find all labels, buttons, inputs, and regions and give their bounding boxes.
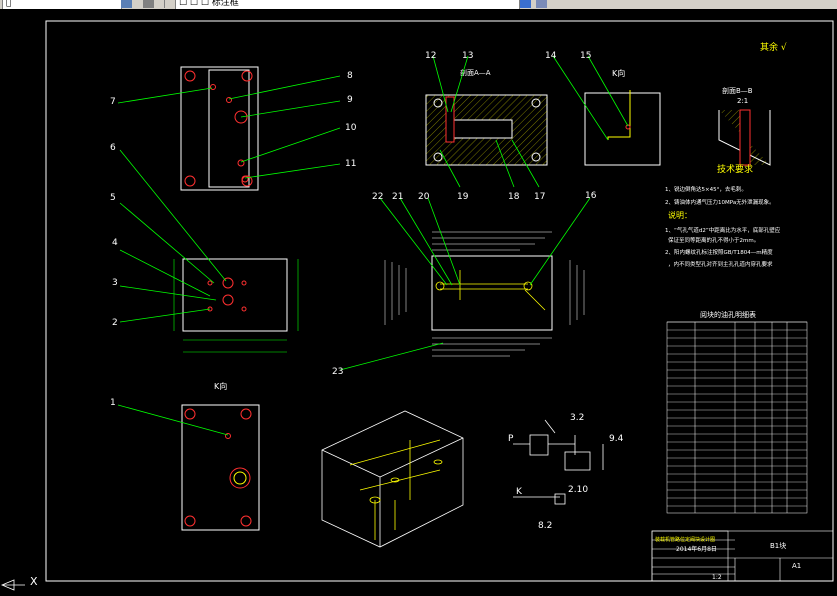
section-aa-view	[425, 94, 548, 166]
svg-text:22: 22	[372, 192, 383, 202]
tech-requirements-text: 1、锐边倒角达5×45°，去毛刺。 2、铸油体内通气压力10MPa无外泄漏现象。…	[665, 185, 781, 268]
ucs-icon	[0, 579, 25, 591]
svg-text:17: 17	[534, 192, 545, 202]
svg-text:10: 10	[345, 123, 357, 133]
detail-bb-label: 剖面B—B	[722, 86, 753, 95]
svg-text:7: 7	[110, 97, 116, 107]
view-k-detail	[584, 90, 661, 166]
tech-requirements-title: 技术要求	[717, 163, 753, 175]
view-k-label: K向	[612, 68, 625, 78]
notes-title: 说明：	[668, 210, 692, 220]
svg-text:3.2: 3.2	[570, 413, 584, 423]
view-top-plate	[180, 66, 259, 191]
svg-text:3: 3	[112, 278, 118, 288]
svg-text:11: 11	[345, 159, 356, 169]
svg-text:6: 6	[110, 143, 116, 153]
svg-text:1: 1	[110, 398, 116, 408]
parts-table-rows	[667, 321, 807, 507]
ucs-x-label: X	[30, 575, 38, 588]
leaders-mid-plate	[119, 149, 227, 323]
svg-text:9: 9	[347, 95, 353, 105]
svg-text:2.10: 2.10	[568, 485, 588, 495]
toolbar: 层̅ ☐ ☐ ☐ 标注框	[0, 0, 837, 9]
svg-text:9.4: 9.4	[609, 434, 624, 444]
layer-manager-icon[interactable]	[121, 0, 132, 8]
isometric-channels	[349, 439, 443, 540]
title-drawing-name: 装载机管路位定阀块设计图	[655, 536, 715, 543]
layer-previous-icon[interactable]	[520, 0, 531, 8]
svg-text:21: 21	[392, 192, 403, 202]
title-date: 2014年6月8日	[676, 545, 717, 553]
svg-text:，内不同类型孔对齐到主孔孔道内穿孔要求: ，内不同类型孔对齐到主孔孔道内穿孔要求	[668, 260, 773, 268]
layer-state-icon[interactable]	[143, 0, 154, 8]
svg-text:19: 19	[457, 192, 469, 202]
leaders-top-plate	[117, 75, 341, 179]
svg-text:8: 8	[347, 71, 353, 81]
svg-text:2、铸油体内通气压力10MPa无外泄漏现象。: 2、铸油体内通气压力10MPa无外泄漏现象。	[665, 198, 775, 206]
layer-dropdown[interactable]: 层̅	[2, 0, 122, 9]
svg-text:13: 13	[462, 51, 473, 61]
section-aa-label: 剖面A—A	[460, 68, 491, 77]
hydraulic-symbol	[513, 419, 604, 505]
cad-drawing: 其余 √ K向 剖面A—A K向 剖面B—B 2:1 技术要求 1、锐边倒角达5…	[0, 20, 834, 591]
svg-text:14: 14	[545, 51, 557, 61]
view-front-block	[431, 255, 553, 331]
layer-isolate-icon[interactable]	[536, 0, 547, 8]
roughness-note: 其余 √	[760, 41, 787, 53]
svg-text:2、阳内螺纹孔标注按照GB/T1804—m精度: 2、阳内螺纹孔标注按照GB/T1804—m精度	[665, 248, 773, 256]
separator-icon	[164, 0, 171, 8]
svg-text:P: P	[508, 434, 514, 444]
title-scale: 1:2	[712, 574, 722, 581]
svg-text:16: 16	[585, 191, 597, 201]
svg-text:1、锐边倒角达5×45°，去毛刺。: 1、锐边倒角达5×45°，去毛刺。	[665, 185, 747, 193]
svg-text:1、“气孔气道d2”中距离比为水平，底部孔壁应: 1、“气孔气道d2”中距离比为水平，底部孔壁应	[665, 226, 781, 234]
svg-text:18: 18	[508, 192, 520, 202]
svg-text:23: 23	[332, 367, 343, 377]
dims-mid-plate	[173, 259, 299, 353]
svg-text:4: 4	[112, 238, 118, 248]
svg-text:20: 20	[418, 192, 430, 202]
detail-bb-view	[718, 109, 771, 166]
view-isometric	[321, 410, 464, 548]
table-title: 阅块的油孔明细表	[700, 310, 756, 319]
svg-text:12: 12	[425, 51, 436, 61]
title-sheet: B1块	[770, 541, 786, 550]
hydraulic-labels: P K 3.2 9.4 2.10 8.2	[508, 413, 624, 531]
title-size: A1	[792, 562, 801, 570]
front-block-channels	[435, 270, 546, 311]
layer-state-value: ☐ ☐ ☐ 标注框	[179, 0, 239, 8]
svg-text:8.2: 8.2	[538, 521, 552, 531]
svg-text:5: 5	[110, 193, 116, 203]
layer-dropdown-value: 层̅	[6, 0, 12, 8]
svg-text:保证至同等距离的孔不得小于2mm。: 保证至同等距离的孔不得小于2mm。	[668, 236, 759, 244]
drawing-canvas[interactable]: 其余 √ K向 剖面A—A K向 剖面B—B 2:1 技术要求 1、锐边倒角达5…	[0, 9, 837, 592]
view-bottom-plate	[181, 404, 260, 531]
parts-table	[666, 321, 808, 514]
svg-text:2: 2	[112, 318, 118, 328]
detail-bb-scale: 2:1	[737, 97, 748, 105]
view-k2-label: K向	[214, 381, 227, 391]
layer-state-dropdown[interactable]: ☐ ☐ ☐ 标注框	[175, 0, 520, 9]
svg-text:K: K	[516, 487, 523, 497]
svg-text:15: 15	[580, 51, 591, 61]
